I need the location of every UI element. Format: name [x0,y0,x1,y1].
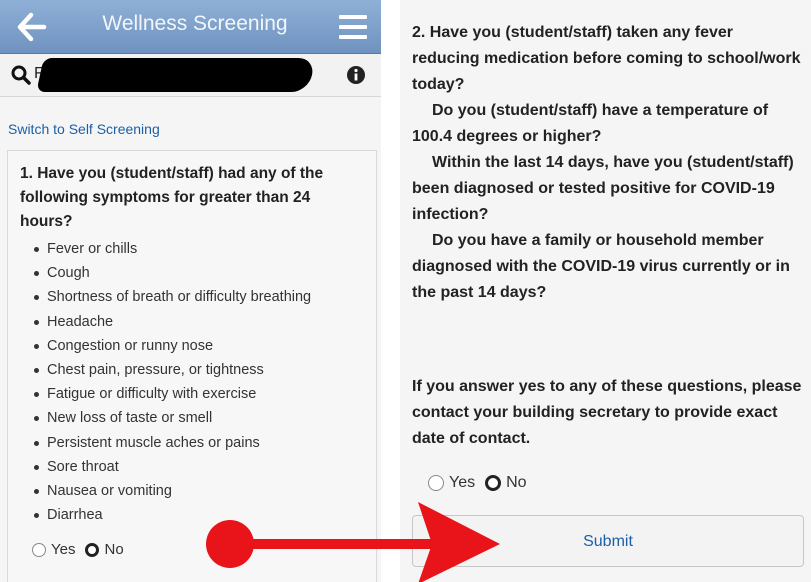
right-screenshot-panel: 2. Have you (student/staff) taken any fe… [400,0,811,582]
info-icon[interactable] [346,65,366,85]
submit-button[interactable]: Submit [412,515,804,567]
question2-line: Within the last 14 days, have you (stude… [412,154,794,223]
symptom-item: Cough [34,261,311,285]
hamburger-menu-icon [339,15,367,39]
search-bar[interactable]: F [0,54,381,97]
question2-line: Do you (student/staff) have a temperatur… [412,102,769,145]
symptom-item: Persistent muscle aches or pains [34,431,311,455]
question2-text-block: 2. Have you (student/staff) taken any fe… [412,20,804,306]
app-header: Wellness Screening [0,0,381,54]
symptom-item: New loss of taste or smell [34,406,311,430]
question1-no-label: No [104,541,124,558]
question2-yes-radio[interactable] [428,475,444,491]
symptom-item: Nausea or vomiting [34,479,311,503]
question1-card: 1. Have you (student/staff) had any of t… [7,150,377,582]
symptom-item: Fatigue or difficulty with exercise [34,382,311,406]
symptom-item: Fever or chills [34,237,311,261]
search-icon [11,65,31,85]
symptom-item: Sore throat [34,455,311,479]
question2-no-label: No [506,474,527,491]
question2-radio-group: Yes No [428,474,537,492]
symptom-list: Fever or chills Cough Shortness of breath … [34,237,311,527]
symptom-item: Congestion or runny nose [34,334,311,358]
symptom-item: Headache [34,310,311,334]
instruction-note: If you answer yes to any of these questi… [412,378,802,447]
symptom-item: Chest pain, pressure, or tightness [34,358,311,382]
menu-button[interactable] [336,12,370,42]
question1-yes-label: Yes [51,541,76,558]
question2-no-radio[interactable] [485,475,502,491]
question2-line: 2. Have you (student/staff) taken any fe… [412,24,801,93]
back-button[interactable] [14,10,50,44]
left-screenshot-panel: Wellness Screening F Switch to Self Scre… [0,0,381,582]
question1-text: 1. Have you (student/staff) had any of t… [20,165,324,230]
question2-yes-label: Yes [449,474,476,491]
question1-no-radio[interactable] [85,542,100,557]
question1-radio-group: Yes No [32,541,134,558]
symptom-item: Diarrhea [34,503,311,527]
panel-gap [381,0,400,582]
question1-yes-radio[interactable] [32,542,46,557]
redaction-mark [36,58,316,92]
question2-line: Do you have a family or household member… [412,232,790,301]
switch-to-self-screening-link[interactable]: Switch to Self Screening [8,121,160,137]
back-arrow-icon [17,12,47,42]
symptom-item: Shortness of breath or difficulty breath… [34,285,311,309]
page-title: Wellness Screening [102,12,288,35]
